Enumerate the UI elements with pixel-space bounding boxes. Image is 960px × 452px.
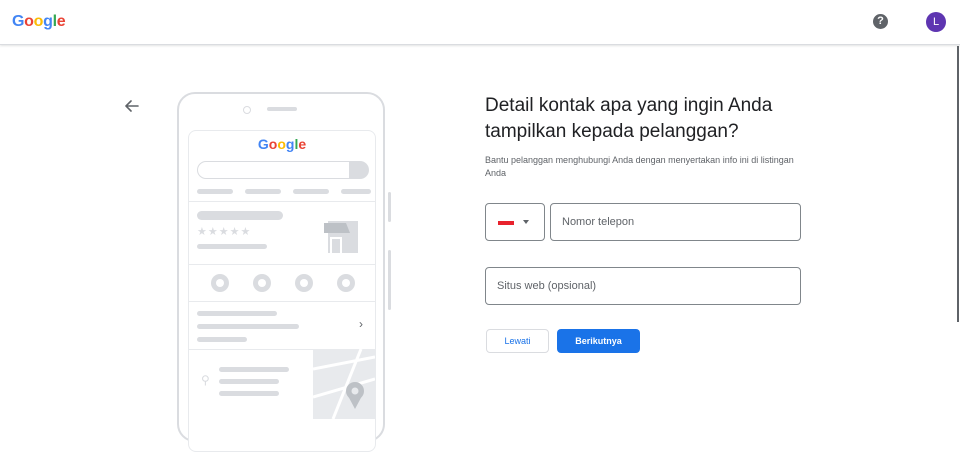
- placeholder-bar: [197, 211, 283, 220]
- phone-illustration: Google ★★★★★ › ⚲: [177, 92, 385, 452]
- next-button[interactable]: Berikutnya: [557, 329, 640, 353]
- chevron-right-icon: ›: [359, 317, 363, 331]
- save-icon: [295, 274, 313, 292]
- map-pin-icon: [312, 348, 375, 420]
- phone-screen: Google ★★★★★ › ⚲: [188, 130, 376, 452]
- help-icon[interactable]: ?: [873, 14, 888, 29]
- phone-speaker: [267, 107, 297, 111]
- placeholder-bar: [219, 379, 279, 384]
- placeholder-bar: [341, 189, 371, 194]
- phone-side-button: [388, 192, 391, 222]
- phone-side-button: [388, 250, 391, 310]
- phone-camera: [243, 106, 251, 114]
- mini-search-icon: [349, 161, 369, 179]
- map-thumbnail: [312, 348, 375, 420]
- call-icon: [211, 274, 229, 292]
- scrollbar[interactable]: [957, 46, 959, 322]
- placeholder-bar: [197, 189, 233, 194]
- website-icon: [337, 274, 355, 292]
- website-input[interactable]: [485, 267, 801, 305]
- mini-google-logo: Google: [257, 136, 307, 152]
- placeholder-bar: [197, 244, 267, 249]
- placeholder-bar: [245, 189, 281, 194]
- indonesia-flag-icon: [498, 221, 514, 225]
- rating-stars: ★★★★★: [197, 226, 252, 238]
- top-bar: Google ? L: [0, 0, 960, 45]
- storefront-icon: [324, 221, 358, 253]
- directions-icon: [253, 274, 271, 292]
- dropdown-caret-icon: [523, 220, 529, 224]
- placeholder-bar: [219, 367, 289, 372]
- divider: [189, 301, 375, 302]
- back-arrow-icon[interactable]: [122, 96, 142, 116]
- skip-button[interactable]: Lewati: [486, 329, 549, 353]
- placeholder-bar: [219, 391, 279, 396]
- phone-number-input[interactable]: [550, 203, 801, 241]
- country-code-select[interactable]: [485, 203, 545, 241]
- location-pin-icon: ⚲: [201, 373, 210, 387]
- placeholder-bar: [293, 189, 329, 194]
- placeholder-bar: [197, 311, 277, 316]
- placeholder-bar: [197, 324, 299, 329]
- avatar[interactable]: L: [926, 12, 946, 32]
- placeholder-bar: [197, 337, 247, 342]
- mini-search-box: [197, 161, 367, 179]
- page-subtitle: Bantu pelanggan menghubungi Anda dengan …: [485, 155, 794, 178]
- google-logo[interactable]: Google: [12, 13, 66, 31]
- divider: [189, 264, 375, 265]
- divider: [189, 201, 375, 202]
- page-title: Detail kontak apa yang ingin Anda tampil…: [485, 95, 773, 142]
